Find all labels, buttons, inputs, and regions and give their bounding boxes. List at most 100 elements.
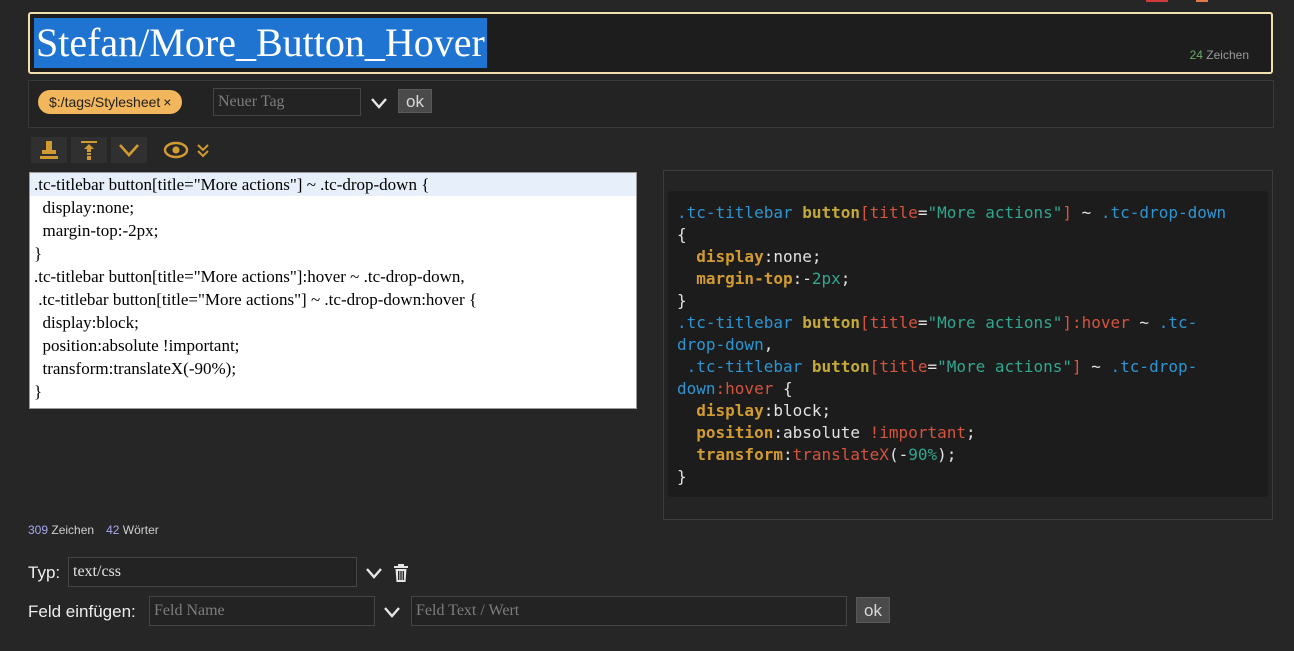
- field-value-input[interactable]: [411, 596, 847, 626]
- preview-token: [: [860, 313, 870, 332]
- preview-line: display:none;: [677, 246, 1259, 268]
- add-field-ok-button[interactable]: ok: [856, 597, 890, 623]
- type-input[interactable]: [68, 557, 357, 587]
- preview-token: "More actions": [927, 313, 1063, 332]
- preview-token: "More actions": [937, 357, 1072, 376]
- new-tag-input[interactable]: [213, 88, 361, 116]
- stamp-icon: [40, 141, 58, 159]
- editor-line[interactable]: margin-top:-2px;: [30, 219, 636, 242]
- preview-line: position:absolute !important;: [677, 422, 1259, 444]
- preview-token: position: [696, 423, 774, 442]
- preview-line: down:hover {: [677, 378, 1259, 400]
- editor-line[interactable]: .tc-titlebar button[title="More actions"…: [30, 173, 636, 196]
- preview-token: ]: [1071, 357, 1082, 376]
- preview-token: [677, 401, 696, 420]
- tag-pill-stylesheet[interactable]: $:/tags/Stylesheet ×: [38, 90, 183, 114]
- preview-token: 90%: [908, 445, 938, 464]
- preview-type-button[interactable]: [193, 137, 213, 163]
- editor-line[interactable]: display:block;: [30, 311, 636, 334]
- preview-token: drop-down: [677, 335, 764, 354]
- editor-line[interactable]: transform:translateX(-90%);: [30, 357, 636, 380]
- preview-token: [677, 445, 696, 464]
- stamp-button[interactable]: [31, 137, 67, 163]
- editor-line[interactable]: }: [30, 242, 636, 265]
- preview-token: :hover: [715, 379, 774, 398]
- preview-token: :block;: [763, 401, 832, 420]
- delete-type-trash-icon[interactable]: [393, 564, 409, 582]
- more-button[interactable]: [111, 137, 147, 163]
- preview-line: display:block;: [677, 400, 1259, 422]
- preview-token: [677, 357, 687, 376]
- preview-token: :-: [792, 269, 812, 288]
- preview-line: .tc-titlebar button[title="More actions"…: [677, 356, 1259, 378]
- preview-token: ]: [1062, 203, 1072, 222]
- editor-line[interactable]: display:none;: [30, 196, 636, 219]
- preview-token: [677, 423, 696, 442]
- preview-toggle-button[interactable]: [159, 137, 193, 163]
- preview-token: ;: [840, 269, 851, 288]
- text-editor[interactable]: .tc-titlebar button[title="More actions"…: [29, 172, 637, 409]
- title-char-count-number: 24: [1189, 48, 1203, 62]
- preview-token: down: [677, 379, 716, 398]
- preview-token: [677, 247, 696, 266]
- field-name-input[interactable]: [149, 596, 375, 626]
- preview-token: .tc-: [1158, 313, 1198, 332]
- title-text[interactable]: Stefan/More_Button_Hover: [34, 18, 487, 68]
- preview-token: button: [811, 357, 870, 376]
- editor-line[interactable]: .tc-titlebar button[title="More actions"…: [30, 288, 636, 311]
- insert-field-label: Feld einfügen:: [28, 602, 136, 621]
- char-count-label: Zeichen: [51, 523, 95, 537]
- close-mark: [1146, 0, 1168, 2]
- preview-token: margin-top: [696, 269, 793, 288]
- editor-line[interactable]: position:absolute !important;: [30, 334, 636, 357]
- preview-eye-icon: [163, 141, 189, 159]
- title-char-count: 24 Zeichen: [1190, 48, 1249, 62]
- preview-token: title: [869, 313, 918, 332]
- preview-token: ~: [1071, 203, 1101, 222]
- preview-token: !important: [869, 423, 966, 442]
- preview-token: {: [677, 225, 687, 244]
- preview-token: ~: [1081, 357, 1111, 376]
- preview-line: {: [677, 224, 1259, 246]
- preview-token: translateX: [792, 445, 889, 464]
- editor-line[interactable]: }: [30, 380, 636, 403]
- excise-button[interactable]: [71, 137, 107, 163]
- preview-token: transform: [696, 445, 783, 464]
- char-count-number: 309: [28, 523, 49, 537]
- title-field[interactable]: Stefan/More_Button_Hover 24 Zeichen: [28, 12, 1273, 74]
- preview-token: ;: [965, 423, 976, 442]
- tag-dropdown-chevron-icon[interactable]: [369, 93, 389, 113]
- more-chevron-icon: [119, 144, 139, 157]
- preview-line: .tc-titlebar button[title="More actions"…: [677, 202, 1259, 224]
- preview-token: .tc-titlebar: [677, 203, 803, 222]
- add-tag-ok-button[interactable]: ok: [398, 89, 432, 113]
- type-dropdown-chevron-icon[interactable]: [364, 563, 384, 583]
- preview-token: ,: [763, 335, 774, 354]
- preview-token: :: [782, 445, 793, 464]
- word-count-number: 42: [106, 523, 120, 537]
- tag-editor: $:/tags/Stylesheet× ok: [28, 80, 1274, 128]
- word-count-label: Wörter: [122, 523, 159, 537]
- editor-line[interactable]: .tc-titlebar button[title="More actions"…: [30, 265, 636, 288]
- preview-type-chevron-icon: [197, 144, 209, 158]
- preview-line: margin-top:-2px;: [677, 268, 1259, 290]
- preview-token: :none;: [763, 247, 822, 266]
- preview-token: "More actions": [927, 203, 1063, 222]
- preview-line: drop-down,: [677, 334, 1259, 356]
- tag-remove-button[interactable]: ×: [163, 94, 171, 110]
- preview-token: ~: [1129, 313, 1159, 332]
- title-char-count-label: Zeichen: [1206, 48, 1249, 62]
- tag-label: $:/tags/Stylesheet: [49, 94, 161, 110]
- editor-stats: 309 Zeichen 42 Wörter: [28, 523, 159, 537]
- preview-line: .tc-titlebar button[title="More actions"…: [677, 312, 1259, 334]
- preview-token: .tc-titlebar: [677, 313, 803, 332]
- preview-token: :hover: [1071, 313, 1130, 332]
- preview-token: );: [937, 445, 957, 464]
- type-label: Typ:: [28, 563, 61, 582]
- preview-token: (-: [888, 445, 909, 464]
- preview-token: 2px: [811, 269, 841, 288]
- preview-token: .tc-drop-: [1110, 357, 1198, 376]
- field-name-dropdown-chevron-icon[interactable]: [382, 602, 402, 622]
- preview-token: :absolute: [773, 423, 870, 442]
- preview-token: }: [677, 467, 687, 486]
